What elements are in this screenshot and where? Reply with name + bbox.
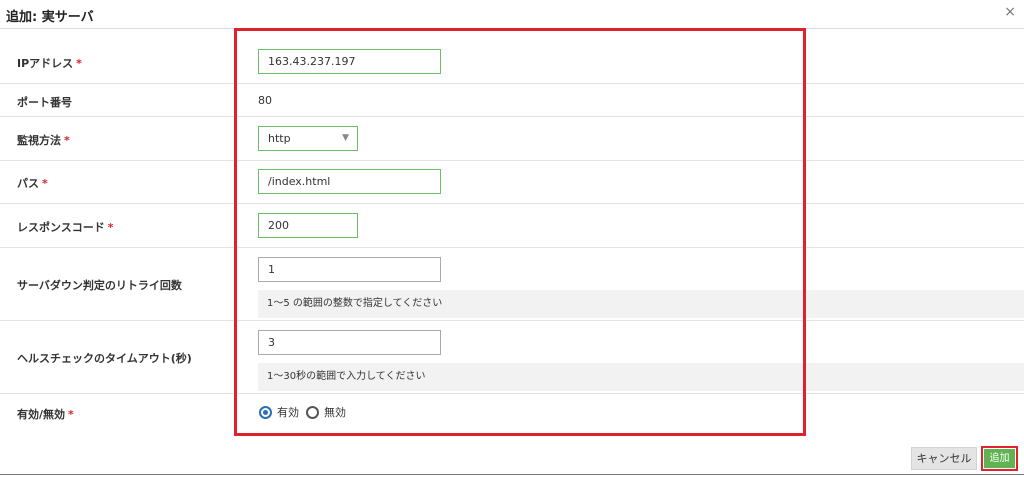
monitor-label: 監視方法 * [17, 134, 70, 147]
response-code-label: レスポンスコード * [17, 221, 114, 234]
monitor-method-value: http [268, 132, 291, 145]
form-row-timeout: ヘルスチェックのタイムアウト(秒) 3 1～30秒の範囲で入力してください [0, 321, 1024, 394]
port-label: ポート番号 [17, 96, 72, 109]
enabled-label: 有効/無効 * [17, 408, 74, 421]
form-row-port: ポート番号 80 [0, 84, 1024, 117]
required-mark: * [68, 408, 74, 421]
radio-enabled[interactable]: 有効 [259, 404, 299, 420]
response-code-input[interactable]: 200 [258, 213, 358, 238]
required-mark: * [42, 177, 48, 190]
form-row-ip: IPアドレス * 163.43.237.197 [0, 38, 1024, 84]
required-mark: * [64, 134, 70, 147]
dialog-title: 追加: 実サーバ [6, 10, 94, 25]
radio-unselected-icon [306, 405, 319, 419]
add-button[interactable]: 追加 [984, 449, 1015, 468]
retry-count-input[interactable]: 1 [258, 257, 441, 282]
form-row-monitor: 監視方法 * http ▼ [0, 117, 1024, 161]
chevron-down-icon: ▼ [342, 133, 349, 143]
retry-label: サーバダウン判定のリトライ回数 [17, 279, 182, 292]
form-row-response: レスポンスコード * 200 [0, 204, 1024, 248]
radio-enabled-label: 有効 [277, 406, 299, 419]
required-mark: * [107, 221, 114, 234]
add-button-highlight: 追加 [981, 446, 1018, 471]
timeout-hint: 1～30秒の範囲で入力してください [258, 363, 1024, 391]
footer-divider [0, 474, 1024, 475]
radio-selected-icon [259, 405, 272, 419]
header-divider [0, 28, 1024, 29]
form-row-path: パス * /index.html [0, 161, 1024, 204]
monitor-method-select[interactable]: http ▼ [258, 126, 358, 151]
required-mark: * [76, 57, 82, 70]
timeout-input[interactable]: 3 [258, 330, 441, 355]
form-row-retry: サーバダウン判定のリトライ回数 1 1～5 の範囲の整数で指定してください [0, 248, 1024, 321]
retry-hint: 1～5 の範囲の整数で指定してください [258, 290, 1024, 318]
ip-address-input[interactable]: 163.43.237.197 [258, 49, 441, 74]
path-label: パス * [17, 177, 48, 190]
timeout-label: ヘルスチェックのタイムアウト(秒) [17, 352, 192, 365]
cancel-button[interactable]: キャンセル [911, 447, 977, 470]
port-value: 80 [258, 94, 272, 107]
path-input[interactable]: /index.html [258, 169, 441, 194]
radio-disabled[interactable]: 無効 [306, 404, 346, 420]
radio-disabled-label: 無効 [324, 406, 346, 419]
form-row-enabled: 有効/無効 * 有効 無効 [0, 394, 1024, 430]
ip-label: IPアドレス * [17, 57, 82, 70]
close-icon[interactable]: × [1004, 4, 1016, 20]
